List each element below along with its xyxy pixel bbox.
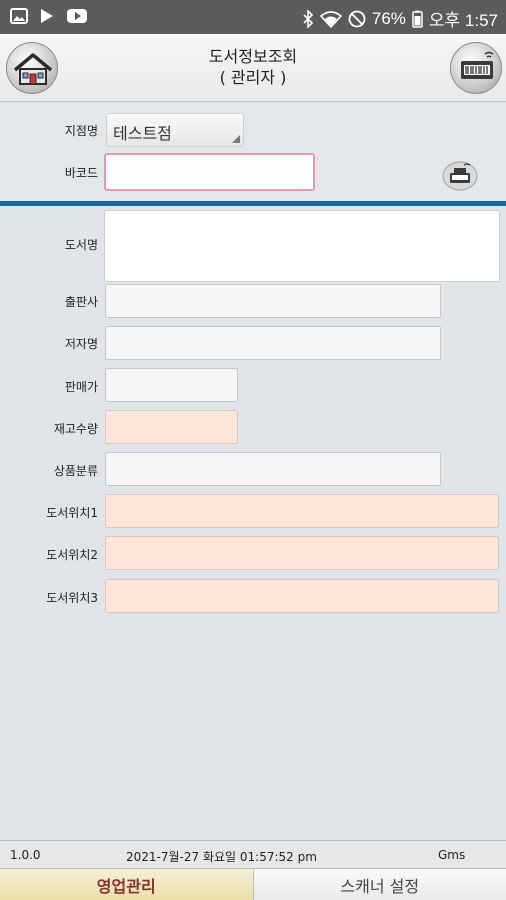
dnd-icon <box>348 10 366 27</box>
company-name: Gms <box>438 848 466 862</box>
scanner-settings-button[interactable] <box>442 159 478 191</box>
location1-field <box>105 494 499 528</box>
wifi-icon <box>319 10 342 28</box>
price-label: 판매가 <box>64 380 98 394</box>
info-bar: 1.0.0 2021-7월-27 화요일 01:57:52 pm Gms <box>0 840 506 868</box>
tab-sales-management[interactable]: 영업관리 <box>0 868 254 900</box>
battery-percent: 76% <box>371 8 406 28</box>
barcode-scanner-icon <box>461 51 494 79</box>
page-title-main: 도서정보조회 <box>208 47 298 66</box>
location3-label: 도서위치3 <box>46 591 98 605</box>
branch-select[interactable]: 테스트점 <box>106 113 244 147</box>
branch-label: 지점명 <box>64 124 98 138</box>
youtube-icon <box>67 9 87 23</box>
title-label: 도서명 <box>64 238 98 252</box>
price-field <box>105 368 238 402</box>
location3-field <box>105 579 499 613</box>
stock-label: 재고수량 <box>53 422 98 436</box>
location2-label: 도서위치2 <box>46 548 98 562</box>
book-detail-panel: 도서명 출판사 저자명 판매가 재고수량 상품분류 도서위치1 도서위치2 도서… <box>0 206 506 840</box>
search-form: 지점명 테스트점 바코드 <box>0 103 506 201</box>
scanner-icon <box>442 161 478 191</box>
title-bar: 도서정보조회 ( 관리자 ) <box>0 34 506 102</box>
title-field <box>104 210 500 282</box>
branch-select-value: 테스트점 <box>113 124 172 143</box>
author-label: 저자명 <box>64 337 98 351</box>
status-bar: 76% 오후 1:57 <box>0 0 506 34</box>
barcode-label: 바코드 <box>64 166 98 180</box>
bottom-tabs: 영업관리 스캐너 설정 <box>0 868 506 900</box>
stock-field <box>105 410 238 444</box>
bluetooth-icon <box>303 9 314 28</box>
battery-icon <box>412 10 423 28</box>
play-store-icon <box>41 9 53 23</box>
dropdown-corner-icon <box>232 135 240 143</box>
page-title: 도서정보조회 ( 관리자 ) <box>0 46 506 88</box>
clock: 오후 1:57 <box>428 11 498 30</box>
location2-field <box>105 536 499 570</box>
category-field <box>105 452 441 486</box>
tab-scanner-settings[interactable]: 스캐너 설정 <box>253 868 506 900</box>
category-label: 상품분류 <box>53 464 98 478</box>
publisher-label: 출판사 <box>64 295 98 309</box>
current-datetime: 2021-7월-27 화요일 01:57:52 pm <box>126 850 317 864</box>
author-field <box>105 326 441 360</box>
barcode-input[interactable] <box>104 153 315 191</box>
publisher-field <box>105 284 441 318</box>
barcode-scan-button[interactable] <box>450 42 502 94</box>
page-title-role: ( 관리자 ) <box>219 68 287 87</box>
app-version: 1.0.0 <box>10 848 41 862</box>
gallery-icon <box>10 8 28 24</box>
location1-label: 도서위치1 <box>46 506 98 520</box>
